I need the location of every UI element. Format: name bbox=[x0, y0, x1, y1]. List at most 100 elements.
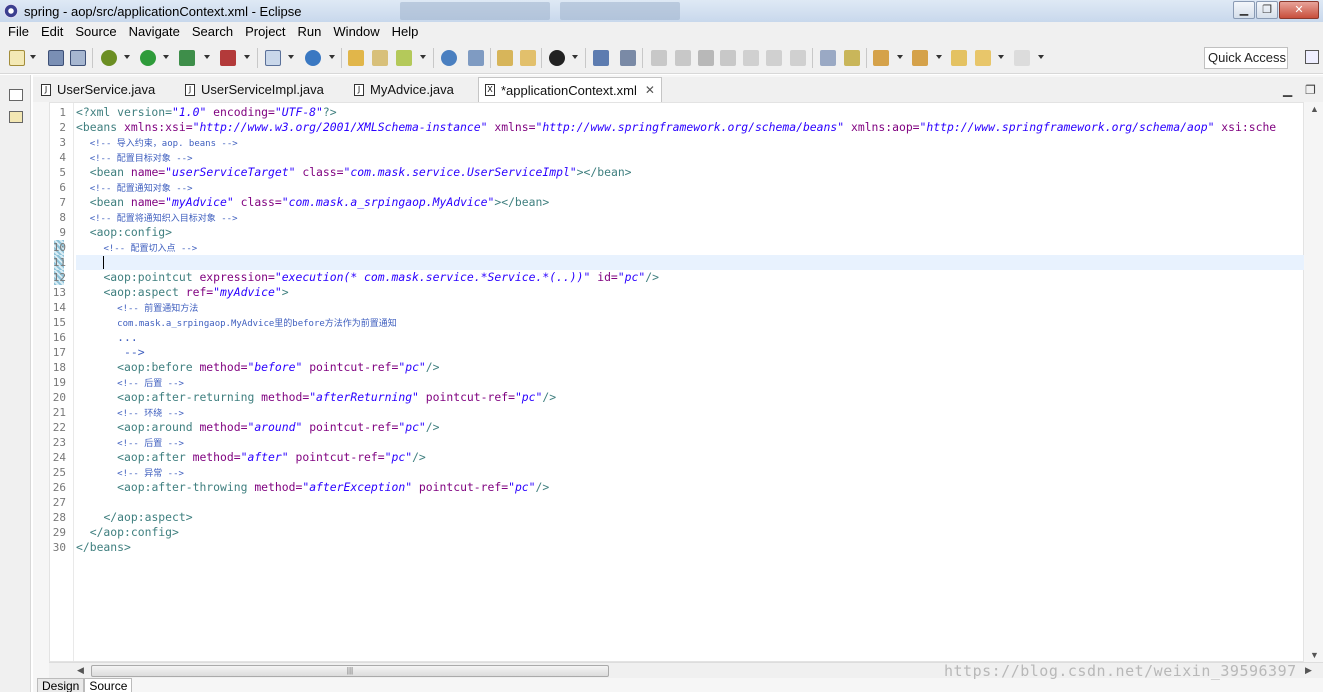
xml-editor[interactable]: <?xml version="1.0" encoding="UTF-8"?> <… bbox=[49, 102, 1304, 662]
resume-icon[interactable] bbox=[651, 50, 667, 66]
menu-navigate[interactable]: Navigate bbox=[123, 22, 186, 42]
chevron-down-icon[interactable] bbox=[420, 55, 426, 59]
tab-design[interactable]: Design bbox=[37, 678, 85, 692]
minimize-view-icon[interactable]: ▁ bbox=[1283, 83, 1292, 97]
chevron-down-icon[interactable] bbox=[936, 55, 942, 59]
menu-edit[interactable]: Edit bbox=[35, 22, 69, 42]
tab-userservice-java[interactable]: J UserService.java bbox=[41, 77, 155, 102]
maximize-button[interactable]: ❐ bbox=[1256, 1, 1278, 19]
chevron-down-icon[interactable] bbox=[998, 55, 1004, 59]
annotation-icon[interactable] bbox=[520, 50, 536, 66]
server-icon[interactable] bbox=[468, 50, 484, 66]
minimize-button[interactable]: ▁ bbox=[1233, 1, 1255, 19]
step-return-icon[interactable] bbox=[790, 50, 806, 66]
line-number: 16 bbox=[52, 331, 66, 344]
menu-search[interactable]: Search bbox=[186, 22, 239, 42]
new-class-icon[interactable] bbox=[305, 50, 321, 66]
console-icon[interactable] bbox=[593, 50, 609, 66]
line-number: 7 bbox=[59, 196, 66, 209]
package-explorer-icon[interactable] bbox=[9, 111, 23, 123]
profile-icon[interactable] bbox=[549, 50, 565, 66]
close-icon[interactable]: ✕ bbox=[645, 83, 655, 97]
menu-help[interactable]: Help bbox=[386, 22, 425, 42]
title-bar: spring - aop/src/applicationContext.xml … bbox=[0, 0, 1323, 22]
vertical-scrollbar[interactable]: ▲ ▼ bbox=[1305, 102, 1323, 662]
line-number: 14 bbox=[52, 301, 66, 314]
chevron-down-icon[interactable] bbox=[244, 55, 250, 59]
chevron-down-icon[interactable] bbox=[572, 55, 578, 59]
open-perspective-icon[interactable] bbox=[1305, 50, 1319, 64]
tab-userserviceimpl-java[interactable]: J UserServiceImpl.java bbox=[185, 77, 324, 102]
tab-myadvice-java[interactable]: J MyAdvice.java bbox=[354, 77, 454, 102]
scroll-down-icon[interactable]: ▼ bbox=[1310, 650, 1319, 660]
tab-source[interactable]: Source bbox=[84, 678, 133, 692]
text-caret bbox=[103, 256, 105, 269]
skip-breakpoints-icon[interactable] bbox=[620, 50, 636, 66]
line-number: 11 bbox=[52, 256, 66, 269]
browser-icon[interactable] bbox=[441, 50, 457, 66]
line-number: 5 bbox=[59, 166, 66, 179]
menu-run[interactable]: Run bbox=[292, 22, 328, 42]
terminate-icon[interactable] bbox=[698, 50, 714, 66]
open-type-icon[interactable] bbox=[348, 50, 364, 66]
close-button[interactable]: ✕ bbox=[1279, 1, 1319, 19]
chevron-down-icon[interactable] bbox=[124, 55, 130, 59]
chevron-down-icon[interactable] bbox=[163, 55, 169, 59]
code-line: <!-- 后置 --> bbox=[117, 439, 184, 449]
toggle-block-icon[interactable] bbox=[844, 50, 860, 66]
editor-page-tabs: Design Source bbox=[37, 678, 133, 692]
code-line: ... bbox=[117, 330, 138, 344]
back-icon[interactable] bbox=[975, 50, 991, 66]
search-icon[interactable] bbox=[396, 50, 412, 66]
menu-bar: File Edit Source Navigate Search Project… bbox=[0, 22, 1323, 42]
step-over-icon[interactable] bbox=[766, 50, 782, 66]
save-all-icon[interactable] bbox=[70, 50, 86, 66]
last-edit-location-icon[interactable] bbox=[951, 50, 967, 66]
code-area[interactable]: <?xml version="1.0" encoding="UTF-8"?> <… bbox=[76, 105, 1304, 661]
menu-source[interactable]: Source bbox=[69, 22, 122, 42]
taskbar-preview bbox=[560, 2, 680, 20]
previous-annotation-icon[interactable] bbox=[912, 50, 928, 66]
menu-window[interactable]: Window bbox=[327, 22, 385, 42]
run-icon[interactable] bbox=[140, 50, 156, 66]
debug-icon[interactable] bbox=[101, 50, 117, 66]
scroll-right-icon[interactable]: ▶ bbox=[1305, 665, 1312, 676]
code-line: <!-- 配置通知对象 --> bbox=[89, 184, 193, 194]
toolbar-separator bbox=[257, 48, 258, 68]
tab-applicationcontext-xml[interactable]: X *applicationContext.xml ✕ bbox=[478, 77, 662, 102]
chevron-down-icon[interactable] bbox=[30, 55, 36, 59]
scroll-up-icon[interactable]: ▲ bbox=[1310, 104, 1319, 114]
chevron-down-icon[interactable] bbox=[204, 55, 210, 59]
menu-file[interactable]: File bbox=[2, 22, 35, 42]
disconnect-icon[interactable] bbox=[720, 50, 736, 66]
next-annotation-icon[interactable] bbox=[873, 50, 889, 66]
new-java-package-icon[interactable] bbox=[265, 50, 281, 66]
step-into-icon[interactable] bbox=[743, 50, 759, 66]
menu-project[interactable]: Project bbox=[239, 22, 291, 42]
toggle-mark-occurrences-icon[interactable] bbox=[820, 50, 836, 66]
line-number: 8 bbox=[59, 211, 66, 224]
code-line: <?xml version="1.0" encoding="UTF-8"?> bbox=[76, 105, 337, 119]
external-tools-icon[interactable] bbox=[220, 50, 236, 66]
maximize-view-icon[interactable]: ❐ bbox=[1305, 83, 1316, 97]
save-icon[interactable] bbox=[48, 50, 64, 66]
line-number: 25 bbox=[52, 466, 66, 479]
scroll-left-icon[interactable]: ◀ bbox=[77, 665, 84, 676]
chevron-down-icon[interactable] bbox=[897, 55, 903, 59]
new-icon[interactable] bbox=[9, 50, 25, 66]
tab-label: *applicationContext.xml bbox=[501, 82, 637, 98]
scrollbar-thumb[interactable]: ||| bbox=[91, 665, 609, 677]
suspend-icon[interactable] bbox=[675, 50, 691, 66]
quick-access-field[interactable]: Quick Access bbox=[1204, 47, 1288, 69]
open-resource-icon[interactable] bbox=[372, 50, 388, 66]
restore-icon[interactable] bbox=[9, 89, 23, 101]
line-number: 13 bbox=[52, 286, 66, 299]
coverage-icon[interactable] bbox=[179, 50, 195, 66]
chevron-down-icon[interactable] bbox=[329, 55, 335, 59]
chevron-down-icon[interactable] bbox=[1038, 55, 1044, 59]
forward-icon[interactable] bbox=[1014, 50, 1030, 66]
code-line: <aop:pointcut expression="execution(* co… bbox=[103, 270, 659, 284]
chevron-down-icon[interactable] bbox=[288, 55, 294, 59]
task-icon[interactable] bbox=[497, 50, 513, 66]
code-line: <!-- 配置切入点 --> bbox=[103, 244, 198, 254]
